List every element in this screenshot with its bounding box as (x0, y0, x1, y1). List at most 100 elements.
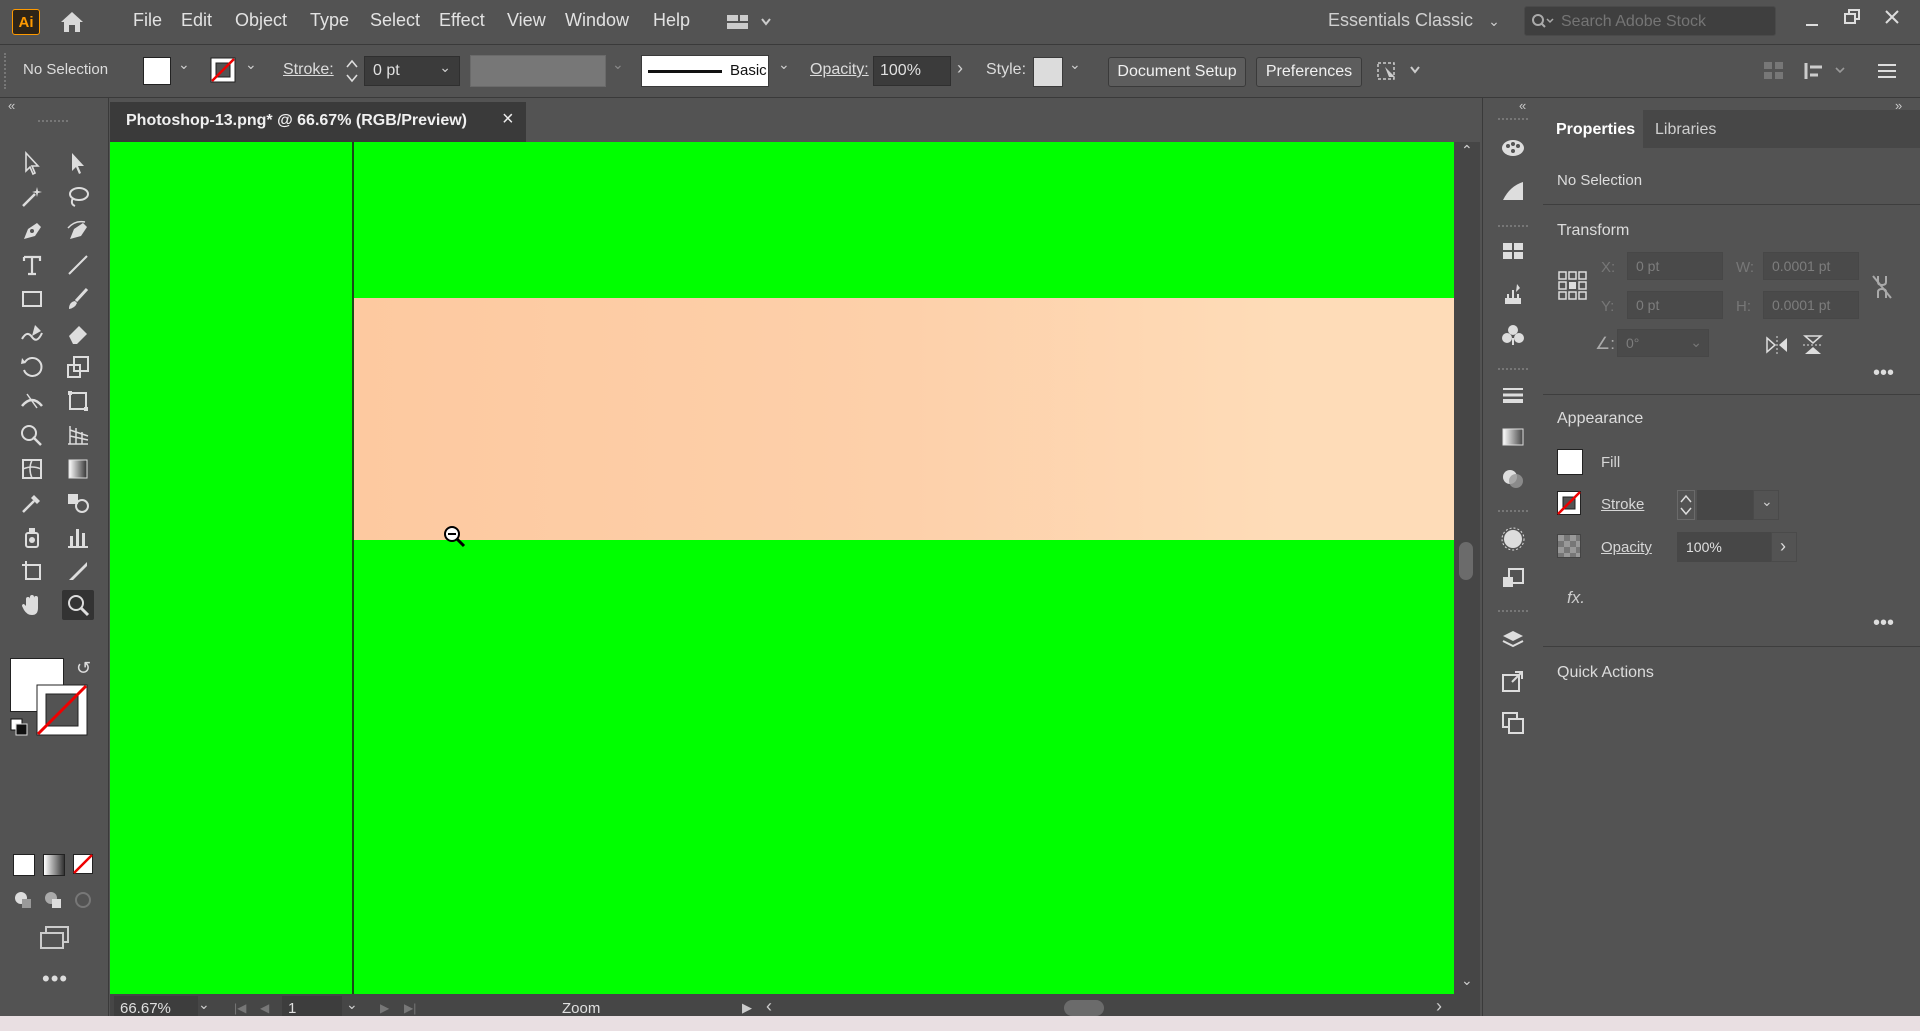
opacity-field[interactable]: 100% (1677, 532, 1771, 562)
arrange-documents-icon[interactable] (724, 11, 772, 33)
artboard-tool-icon[interactable] (16, 556, 48, 586)
collapse-tools-icon[interactable]: « (8, 98, 15, 113)
placed-image-band[interactable] (354, 298, 1454, 540)
rotate-field[interactable]: 0° ⌄ (1617, 329, 1709, 357)
next-artboard-icon[interactable]: ▶ (380, 1001, 389, 1015)
graphic-styles-icon[interactable] (1498, 564, 1528, 594)
reference-point-icon[interactable] (1557, 270, 1589, 302)
eyedropper-tool-icon[interactable] (16, 488, 48, 518)
eraser-tool-icon[interactable] (62, 318, 94, 348)
gradient-panel-icon[interactable] (1498, 422, 1528, 452)
scroll-down-icon[interactable]: ⌄ (1461, 972, 1473, 989)
home-icon[interactable] (58, 9, 86, 35)
zoom-tool-icon[interactable] (62, 590, 94, 620)
chevron-down-icon[interactable]: ⌄ (1690, 329, 1702, 355)
panel-menu-icon[interactable] (1874, 58, 1900, 84)
symbol-sprayer-tool-icon[interactable] (16, 522, 48, 552)
first-artboard-icon[interactable]: |◀ (234, 1001, 246, 1015)
opacity-field[interactable]: 100% (873, 56, 951, 86)
stroke-weight-dropdown-icon[interactable]: ⌄ (1753, 490, 1779, 520)
scroll-thumb[interactable] (1459, 542, 1473, 580)
chevron-down-icon[interactable]: ⌄ (439, 59, 451, 76)
draw-behind-icon[interactable] (43, 890, 63, 910)
fill-swatch[interactable] (1557, 449, 1583, 475)
slice-tool-icon[interactable] (62, 556, 94, 586)
brushes-icon[interactable] (1498, 278, 1528, 308)
blend-tool-icon[interactable] (62, 488, 94, 518)
appearance-panel-icon[interactable] (1498, 524, 1528, 554)
menu-file[interactable]: File (133, 10, 162, 31)
h-field[interactable]: 0.0001 pt (1763, 291, 1859, 319)
stroke-stepper-icon[interactable] (345, 57, 359, 85)
screen-mode-icon[interactable] (38, 924, 72, 952)
scroll-right-icon[interactable]: › (1436, 996, 1442, 1017)
stroke-swatch[interactable] (210, 57, 236, 83)
tab-libraries[interactable]: Libraries (1643, 110, 1743, 148)
paintbrush-tool-icon[interactable] (62, 284, 94, 314)
vertical-scrollbar[interactable]: ⌃ ⌄ (1454, 142, 1480, 994)
mesh-tool-icon[interactable] (16, 454, 48, 484)
transparency-icon[interactable] (1498, 464, 1528, 494)
scroll-left-icon[interactable]: ‹ (766, 996, 772, 1017)
line-segment-tool-icon[interactable] (62, 250, 94, 280)
width-tool-icon[interactable] (16, 386, 48, 416)
align-options-icon[interactable] (1760, 58, 1790, 84)
status-menu-arrow-icon[interactable]: ▶ (742, 1000, 752, 1016)
color-mode-icon[interactable] (13, 854, 35, 876)
type-tool-icon[interactable] (16, 250, 48, 280)
tab-properties[interactable]: Properties (1543, 110, 1643, 148)
more-tools-icon[interactable]: ••• (42, 966, 68, 992)
close-document-icon[interactable]: × (502, 108, 514, 131)
stroke-link[interactable]: Stroke (1601, 496, 1644, 513)
column-graph-tool-icon[interactable] (62, 522, 94, 552)
opacity-label[interactable]: Opacity: (810, 61, 869, 79)
symbols-icon[interactable] (1498, 320, 1528, 350)
opacity-arrow-icon[interactable]: › (957, 58, 963, 79)
preferences-button[interactable]: Preferences (1256, 57, 1362, 87)
appearance-more-options-icon[interactable]: ••• (1873, 612, 1894, 635)
curvature-tool-icon[interactable] (62, 216, 94, 246)
hand-tool-icon[interactable] (16, 590, 48, 620)
stroke-swatch[interactable] (1557, 491, 1581, 515)
draw-normal-icon[interactable] (13, 890, 33, 910)
search-stock[interactable] (1524, 6, 1776, 36)
swatches-icon[interactable] (1498, 236, 1528, 266)
close-window-icon[interactable] (1880, 5, 1904, 29)
gradient-mode-icon[interactable] (43, 854, 65, 876)
rectangle-tool-icon[interactable] (16, 284, 48, 314)
menu-object[interactable]: Object (235, 10, 287, 31)
menu-effect[interactable]: Effect (439, 10, 485, 31)
shape-builder-tool-icon[interactable] (16, 420, 48, 450)
color-palette-icon[interactable] (1498, 133, 1528, 163)
transform-more-options-icon[interactable]: ••• (1873, 362, 1894, 385)
menu-view[interactable]: View (507, 10, 546, 31)
artboard-dropdown-icon[interactable]: ⌄ (346, 996, 358, 1013)
fill-swatch[interactable] (143, 57, 171, 85)
search-input[interactable] (1559, 10, 1773, 34)
profile-dropdown-icon[interactable]: ⌄ (612, 56, 624, 73)
y-field[interactable]: 0 pt (1627, 291, 1723, 319)
opacity-arrow-icon[interactable]: › (1771, 532, 1797, 562)
default-fill-stroke-icon[interactable] (10, 718, 28, 736)
document-tab[interactable]: Photoshop-13.png* @ 66.67% (RGB/Preview)… (110, 102, 526, 142)
stroke-dropdown-icon[interactable]: ⌄ (245, 56, 257, 73)
draw-inside-icon[interactable] (73, 890, 93, 910)
document-setup-button[interactable]: Document Setup (1108, 57, 1246, 87)
minimize-icon[interactable] (1800, 10, 1824, 34)
menu-type[interactable]: Type (310, 10, 349, 31)
selection-tool-icon[interactable] (16, 148, 48, 178)
swap-fill-stroke-icon[interactable]: ↺ (76, 658, 91, 679)
asset-export-icon[interactable] (1498, 666, 1528, 696)
rotate-tool-icon[interactable] (16, 352, 48, 382)
pen-tool-icon[interactable] (16, 216, 48, 246)
color-guide-icon[interactable] (1498, 176, 1528, 206)
prev-artboard-icon[interactable]: ◀ (260, 1001, 269, 1015)
flip-horizontal-icon[interactable] (1765, 334, 1789, 356)
free-transform-tool-icon[interactable] (62, 386, 94, 416)
stroke-stepper-icon[interactable] (1677, 490, 1695, 520)
select-similar-icon[interactable] (1375, 57, 1425, 85)
transform-options-icon[interactable] (1802, 58, 1852, 84)
flip-vertical-icon[interactable] (1801, 334, 1825, 356)
direct-selection-tool-icon[interactable] (62, 148, 94, 178)
layers-icon[interactable] (1498, 624, 1528, 654)
